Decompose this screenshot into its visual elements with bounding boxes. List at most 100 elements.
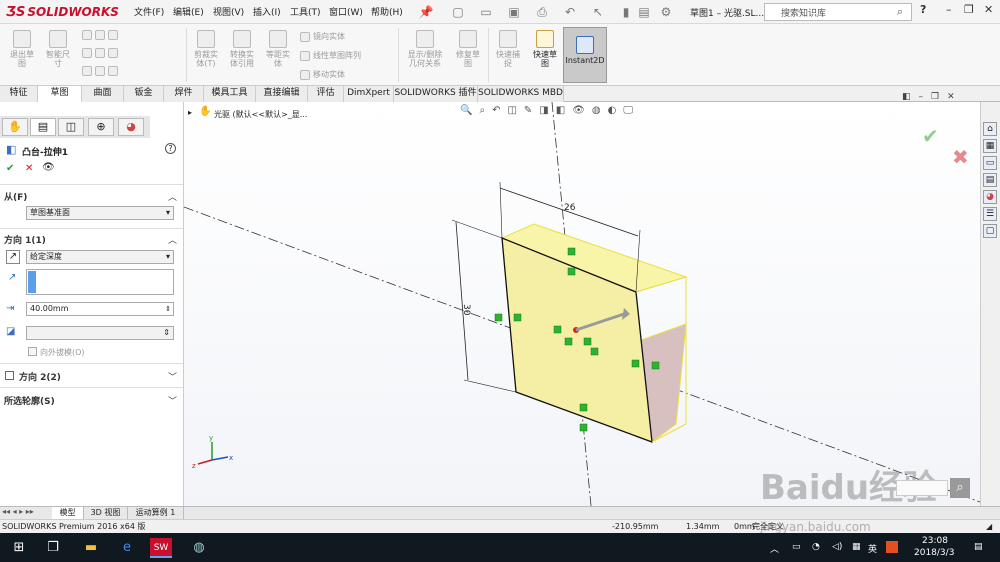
pin-icon[interactable]: 📌 <box>418 4 434 20</box>
tab-scroll-icons[interactable]: ◂◂ ◂ ▸ ▸▸ <box>2 507 34 516</box>
viewport-restore-icon[interactable]: ❐ <box>931 92 939 102</box>
appearances-icon[interactable]: ◕ <box>983 190 997 204</box>
tab-surfaces[interactable]: 曲面 <box>82 86 124 102</box>
chevron-down-icon[interactable]: ﹀ <box>168 394 177 407</box>
print-icon[interactable]: ⎙ <box>534 4 550 20</box>
menu-insert[interactable]: 插入(I) <box>253 5 281 18</box>
dimension-width-text[interactable]: 26 <box>564 203 576 213</box>
tab-mold-tools[interactable]: 模具工具 <box>204 86 256 102</box>
search-knowledge-base[interactable]: 搜索知识库 ⌕ <box>764 3 912 21</box>
open-file-icon[interactable]: ▭ <box>478 4 494 20</box>
network-icon[interactable]: ▭ <box>792 542 801 552</box>
tab-evaluate[interactable]: 评估 <box>308 86 344 102</box>
exit-sketch-button[interactable]: 退出草 图 <box>4 30 40 68</box>
save-icon[interactable]: ▣ <box>506 4 522 20</box>
menu-edit[interactable]: 编辑(E) <box>173 5 204 18</box>
options-gear-icon[interactable]: ⚙ <box>658 4 674 20</box>
wifi-icon[interactable]: ◔ <box>812 542 820 552</box>
select-icon[interactable]: ↖ <box>590 4 606 20</box>
viewport-minimize-icon[interactable]: – <box>919 92 924 102</box>
convert-entities-button[interactable]: 转换实 体引用 <box>224 30 260 68</box>
clock-date[interactable]: 2018/3/3 <box>914 548 954 558</box>
instant2d-button[interactable]: Instant2D <box>563 27 607 83</box>
relation-marker[interactable] <box>564 337 573 346</box>
edge-browser-icon[interactable]: e <box>116 538 138 558</box>
ok-button[interactable]: ✔ <box>6 163 14 174</box>
relation-marker[interactable] <box>631 359 640 368</box>
relation-marker[interactable] <box>579 403 588 412</box>
quick-snaps-button[interactable]: 快速捕 捉 <box>490 30 526 68</box>
display-manager-tab[interactable]: ◕ <box>118 118 144 136</box>
reverse-direction-button[interactable]: ↗ <box>6 250 20 264</box>
end-condition-select[interactable]: 给定深度 ▾ <box>26 250 174 264</box>
solidworks-taskbar-icon[interactable]: SW <box>150 538 172 558</box>
new-file-icon[interactable]: ▢ <box>450 4 466 20</box>
keyboard-icon[interactable]: ▦ <box>852 542 861 552</box>
tab-dimxpert[interactable]: DimXpert <box>344 86 394 102</box>
relation-marker[interactable] <box>513 313 522 322</box>
restore-button[interactable]: ❐ <box>964 3 974 16</box>
help-button[interactable]: ? <box>920 3 926 16</box>
from-section-header[interactable]: 从(F) <box>4 190 27 203</box>
detailed-preview-button[interactable]: 👁 <box>42 162 55 173</box>
direction2-section-header[interactable]: 方向 2(2) <box>19 370 61 383</box>
volume-icon[interactable]: ◁) <box>832 542 842 552</box>
from-select[interactable]: 草图基准面 ▾ <box>26 206 174 220</box>
file-props-icon[interactable]: ▤ <box>636 4 652 20</box>
tab-sheet-metal[interactable]: 钣金 <box>124 86 164 102</box>
notifications-icon[interactable]: ▤ <box>974 542 983 552</box>
task-view-icon[interactable]: ❐ <box>42 538 64 558</box>
relation-marker[interactable] <box>567 247 576 256</box>
relation-marker[interactable] <box>494 313 503 322</box>
direction2-checkbox[interactable] <box>5 371 14 380</box>
relation-marker[interactable] <box>553 325 562 334</box>
viewport-restore-left-icon[interactable]: ◧ <box>902 92 911 102</box>
tab-weldments[interactable]: 焊件 <box>164 86 204 102</box>
depth-input[interactable]: 40.00mm ⇕ <box>26 302 174 316</box>
app-taskbar-icon[interactable]: ◍ <box>188 538 210 558</box>
viewport-close-icon[interactable]: ✕ <box>947 92 955 102</box>
custom-properties-icon[interactable]: ☰ <box>983 207 997 221</box>
undo-icon[interactable]: ↶ <box>562 4 578 20</box>
rebuild-icon[interactable]: ▮ <box>618 4 634 20</box>
line-tool[interactable] <box>82 30 118 40</box>
relation-marker[interactable] <box>583 337 592 346</box>
solidworks-logo[interactable]: ƷS SOLIDWORKS <box>6 4 119 20</box>
menu-window[interactable]: 窗口(W) <box>329 5 363 18</box>
file-explorer-icon[interactable]: ▭ <box>983 156 997 170</box>
feature-manager-tab[interactable]: ✋ <box>2 118 28 136</box>
move-entities-button[interactable]: 移动实体 <box>300 69 345 80</box>
chevron-up-icon[interactable]: ︿ <box>168 233 177 246</box>
view-palette-icon[interactable]: ▤ <box>983 173 997 187</box>
clock-time[interactable]: 23:08 <box>922 536 948 546</box>
chevron-up-icon[interactable]: ︿ <box>168 190 177 203</box>
rectangle-tool[interactable] <box>82 48 118 58</box>
tab-solidworks-addins[interactable]: SOLIDWORKS 插件 <box>394 86 478 102</box>
linear-pattern-button[interactable]: 线性草图阵列 <box>300 50 361 61</box>
spinner-icon[interactable]: ⇕ <box>165 303 171 315</box>
relation-marker[interactable] <box>567 267 576 276</box>
tab-3d-views[interactable]: 3D 视图 <box>84 507 128 519</box>
cancel-button[interactable]: ✕ <box>25 163 33 174</box>
minimize-button[interactable]: – <box>946 3 952 16</box>
property-manager-tab[interactable]: ▤ <box>30 118 56 136</box>
dimxpert-manager-tab[interactable]: ⊕ <box>88 118 114 136</box>
file-explorer-taskbar-icon[interactable]: ▬ <box>80 538 102 558</box>
draft-icon[interactable]: ◪ <box>6 326 15 337</box>
direction1-section-header[interactable]: 方向 1(1) <box>4 233 46 246</box>
tray-expand-icon[interactable]: ︿ <box>770 542 779 555</box>
tab-model[interactable]: 模型 <box>52 507 84 519</box>
menu-file[interactable]: 文件(F) <box>134 5 164 18</box>
pm-help-button[interactable]: ? <box>165 143 176 154</box>
close-button[interactable]: ✕ <box>984 3 993 16</box>
relation-marker[interactable] <box>579 423 588 432</box>
resize-grip-icon[interactable]: ◢ <box>986 520 992 533</box>
search-icon[interactable]: ⌕ <box>897 5 903 19</box>
design-library-icon[interactable]: ▦ <box>983 139 997 153</box>
tab-motion-study[interactable]: 运动算例 1 <box>128 507 184 519</box>
tab-features[interactable]: 特征 <box>0 86 38 102</box>
menu-view[interactable]: 视图(V) <box>213 5 244 18</box>
forum-icon[interactable]: ▢ <box>983 224 997 238</box>
windows-start-icon[interactable]: ⊞ <box>8 538 30 558</box>
tab-sketch[interactable]: 草图 <box>38 86 82 102</box>
